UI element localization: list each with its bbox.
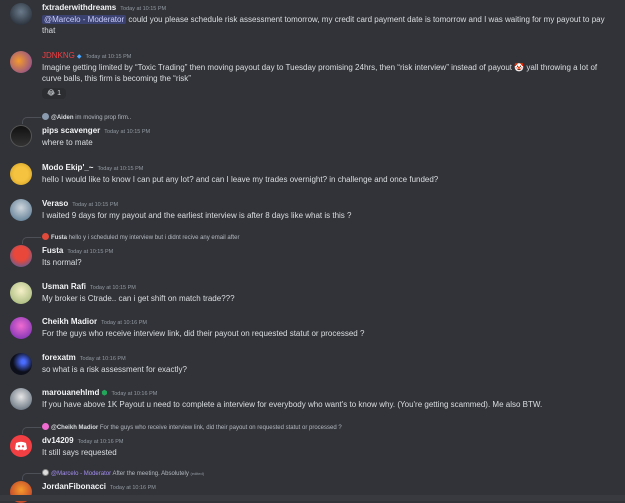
author-name[interactable]: Usman Rafi bbox=[42, 282, 86, 291]
message-text: Imagine getting limited by “Toxic Tradin… bbox=[42, 63, 598, 83]
author-name[interactable]: Veraso bbox=[42, 199, 68, 208]
timestamp: Today at 10:15 PM bbox=[97, 166, 144, 172]
message-text: so what is a risk assessment for exactly… bbox=[42, 365, 187, 374]
message-text: For the guys who receive interview link,… bbox=[42, 329, 365, 338]
message-input-bar[interactable] bbox=[0, 495, 625, 501]
reply-preview[interactable]: @Cheikh Madior For the guys who receive … bbox=[42, 423, 342, 432]
reply-connector bbox=[22, 473, 41, 480]
reply-connector bbox=[22, 237, 41, 244]
shield-icon: ⬢ bbox=[101, 390, 108, 397]
message-text: I waited 9 days for my payout and the ea… bbox=[42, 211, 352, 220]
timestamp: Today at 10:15 PM bbox=[67, 249, 114, 255]
avatar[interactable] bbox=[10, 163, 32, 185]
author-name[interactable]: fxtraderwithdreams bbox=[42, 3, 116, 12]
reaction-button[interactable]: 😂 1 bbox=[42, 88, 67, 99]
avatar[interactable] bbox=[10, 353, 32, 375]
verified-badge-icon: ◆ bbox=[76, 54, 82, 60]
timestamp: Today at 10:15 PM bbox=[90, 285, 136, 291]
avatar[interactable] bbox=[10, 199, 32, 221]
reply-connector bbox=[22, 427, 41, 434]
author-name[interactable]: Cheikh Madior bbox=[42, 317, 97, 326]
author-name[interactable]: Modo Ekip'_~ bbox=[42, 163, 93, 172]
reply-preview[interactable]: Fusta hello y i scheduled my interview b… bbox=[42, 233, 239, 242]
reply-preview[interactable]: @Aiden im moving prop firm.. bbox=[42, 113, 131, 122]
user-mention[interactable]: @Marcelo - Moderator bbox=[42, 15, 127, 24]
reply-avatar bbox=[42, 113, 49, 120]
author-name[interactable]: dv14209 bbox=[42, 436, 74, 445]
reply-preview[interactable]: @Marcelo - Moderator After the meeting. … bbox=[42, 469, 204, 478]
timestamp: Today at 10:16 PM bbox=[79, 356, 126, 362]
avatar[interactable] bbox=[10, 51, 32, 73]
message-text: Its normal? bbox=[42, 258, 82, 267]
timestamp: Today at 10:16 PM bbox=[101, 320, 147, 326]
timestamp: Today at 10:16 PM bbox=[111, 391, 158, 397]
timestamp: Today at 10:16 PM bbox=[77, 439, 124, 445]
author-name[interactable]: marouanehlmd bbox=[42, 388, 99, 397]
avatar[interactable] bbox=[10, 3, 32, 25]
author-name[interactable]: pips scavenger bbox=[42, 126, 100, 135]
discord-logo-icon[interactable] bbox=[10, 435, 32, 457]
author-name[interactable]: JDNKNG bbox=[42, 51, 75, 60]
author-name[interactable]: Fusta bbox=[42, 246, 63, 255]
avatar[interactable] bbox=[10, 125, 32, 147]
message-text: hello I would like to know I can put any… bbox=[42, 175, 439, 184]
reply-avatar bbox=[42, 423, 49, 430]
reply-connector bbox=[22, 117, 41, 124]
message-text: It still says requested bbox=[42, 448, 117, 457]
timestamp: Today at 10:15 PM bbox=[85, 54, 132, 60]
message-text: where to mate bbox=[42, 138, 93, 147]
reply-avatar bbox=[42, 233, 49, 240]
laughing-emoji-icon: 😂 bbox=[47, 90, 56, 97]
reaction-count: 1 bbox=[57, 90, 62, 97]
message-feed: fxtraderwithdreams Today at 10:15 PM @Mar… bbox=[0, 0, 625, 503]
author-name[interactable]: JordanFibonacci bbox=[42, 482, 106, 491]
timestamp: Today at 10:15 PM bbox=[72, 202, 119, 208]
reply-avatar bbox=[42, 469, 49, 476]
avatar[interactable] bbox=[10, 388, 32, 410]
timestamp: Today at 10:15 PM bbox=[104, 129, 151, 135]
message-text: @Marcelo - Moderator could you please sc… bbox=[42, 15, 605, 35]
timestamp: Today at 10:15 PM bbox=[120, 6, 167, 12]
author-name[interactable]: forexatm bbox=[42, 353, 76, 362]
message-text: If you have above 1K Payout u need to co… bbox=[42, 400, 543, 409]
timestamp: Today at 10:16 PM bbox=[110, 485, 156, 491]
avatar[interactable] bbox=[10, 245, 32, 267]
avatar[interactable] bbox=[10, 317, 32, 339]
avatar[interactable] bbox=[10, 282, 32, 304]
message-text: My broker is Ctrade.. can i get shift on… bbox=[42, 294, 235, 303]
